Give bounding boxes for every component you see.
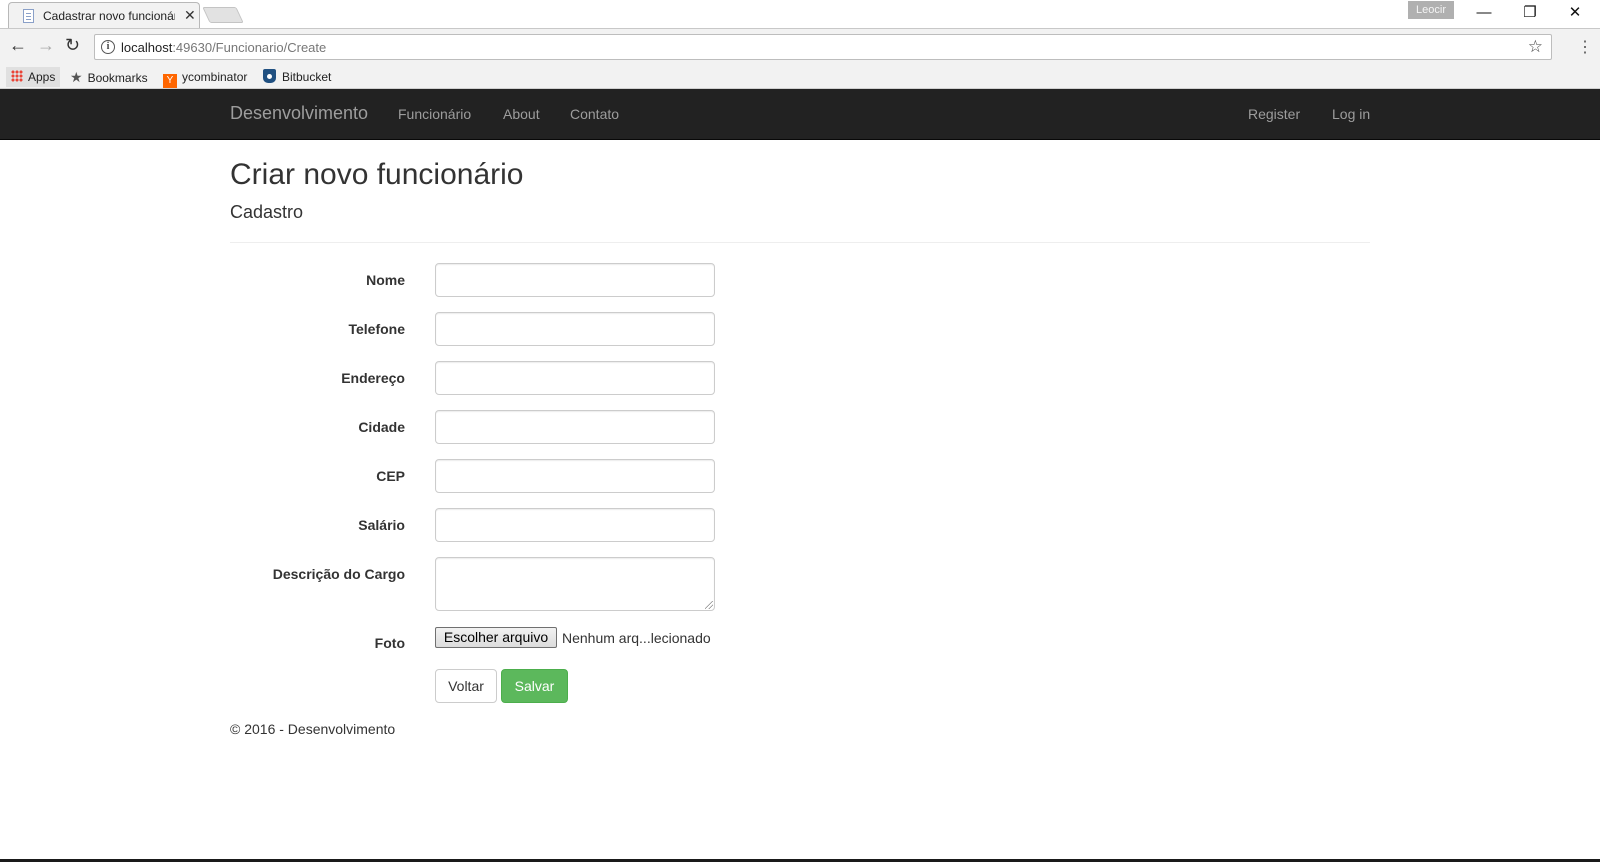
- endereco-label: Endereço: [341, 370, 405, 386]
- nav-link-login[interactable]: Log in: [1332, 106, 1370, 122]
- close-window-icon[interactable]: ✕: [1553, 0, 1597, 26]
- ycombinator-icon: Y: [163, 74, 177, 88]
- foto-label: Foto: [374, 635, 405, 651]
- nav-link-register[interactable]: Register: [1248, 106, 1300, 122]
- bitbucket-icon: [263, 69, 276, 83]
- cep-input[interactable]: [435, 459, 715, 493]
- site-navbar: Desenvolvimento Funcionário About Contat…: [0, 89, 1600, 140]
- endereco-input[interactable]: [435, 361, 715, 395]
- nome-label: Nome: [366, 272, 405, 288]
- reload-icon[interactable]: ↻: [65, 35, 80, 56]
- resize-handle-icon[interactable]: [705, 601, 713, 609]
- voltar-button[interactable]: Voltar: [435, 669, 497, 703]
- bookmarks-bar: Apps ★ Bookmarks Yycombinator Bitbucket: [0, 64, 1600, 89]
- address-bar[interactable]: i localhost:49630/Funcionario/Create ☆: [94, 34, 1552, 60]
- telefone-label: Telefone: [348, 321, 405, 337]
- bookmark-star-icon[interactable]: ☆: [1528, 37, 1543, 57]
- page-subtitle: Cadastro: [230, 202, 304, 222]
- telefone-input[interactable]: [435, 312, 715, 346]
- page-footer: © 2016 - Desenvolvimento: [230, 721, 396, 737]
- divider: [230, 242, 1370, 243]
- close-tab-icon[interactable]: ✕: [184, 7, 196, 24]
- tab-title: Cadastrar novo funcionário: [43, 9, 175, 23]
- page-title: Criar novo funcionário: [230, 158, 524, 191]
- nav-link-contato[interactable]: Contato: [570, 106, 619, 122]
- url-text: localhost:49630/Funcionario/Create: [121, 40, 327, 55]
- salario-label: Salário: [358, 517, 405, 533]
- restore-icon[interactable]: ❐: [1508, 0, 1552, 26]
- tab-strip: Cadastrar novo funcionário ✕ Leocir — ❐ …: [0, 0, 1600, 28]
- navbar-brand[interactable]: Desenvolvimento: [230, 103, 368, 124]
- site-info-icon[interactable]: i: [101, 40, 115, 54]
- profile-button[interactable]: Leocir: [1408, 1, 1454, 19]
- bookmark-bookmarks[interactable]: ★ Bookmarks: [70, 67, 148, 87]
- choose-file-button[interactable]: Escolher arquivo: [435, 627, 557, 648]
- browser-toolbar: ← → ↻ i localhost:49630/Funcionario/Crea…: [0, 28, 1600, 64]
- minimize-icon[interactable]: —: [1462, 0, 1506, 26]
- cidade-input[interactable]: [435, 410, 715, 444]
- bookmark-apps[interactable]: Apps: [6, 67, 61, 87]
- salario-input[interactable]: [435, 508, 715, 542]
- apps-grid-icon: [11, 70, 23, 82]
- descricao-cargo-label: Descrição do Cargo: [272, 566, 405, 582]
- browser-tab[interactable]: Cadastrar novo funcionário ✕: [8, 2, 200, 28]
- back-arrow-icon[interactable]: ←: [9, 35, 27, 56]
- nav-link-about[interactable]: About: [503, 106, 540, 122]
- salvar-button[interactable]: Salvar: [501, 669, 568, 703]
- bookmark-bitbucket[interactable]: Bitbucket: [263, 67, 331, 87]
- nome-input[interactable]: [435, 263, 715, 297]
- page-icon: [23, 9, 34, 23]
- bookmark-ycombinator[interactable]: Yycombinator: [163, 67, 247, 88]
- browser-menu-icon[interactable]: ⋮: [1577, 37, 1593, 57]
- star-icon: ★: [70, 69, 83, 85]
- nav-link-funcionario[interactable]: Funcionário: [398, 106, 471, 122]
- file-status-text: Nenhum arq...lecionado: [562, 630, 711, 646]
- cidade-label: Cidade: [358, 419, 405, 435]
- descricao-cargo-textarea[interactable]: [435, 557, 715, 611]
- forward-arrow-icon[interactable]: →: [37, 35, 55, 56]
- new-tab-button[interactable]: [202, 7, 244, 23]
- cep-label: CEP: [376, 468, 405, 484]
